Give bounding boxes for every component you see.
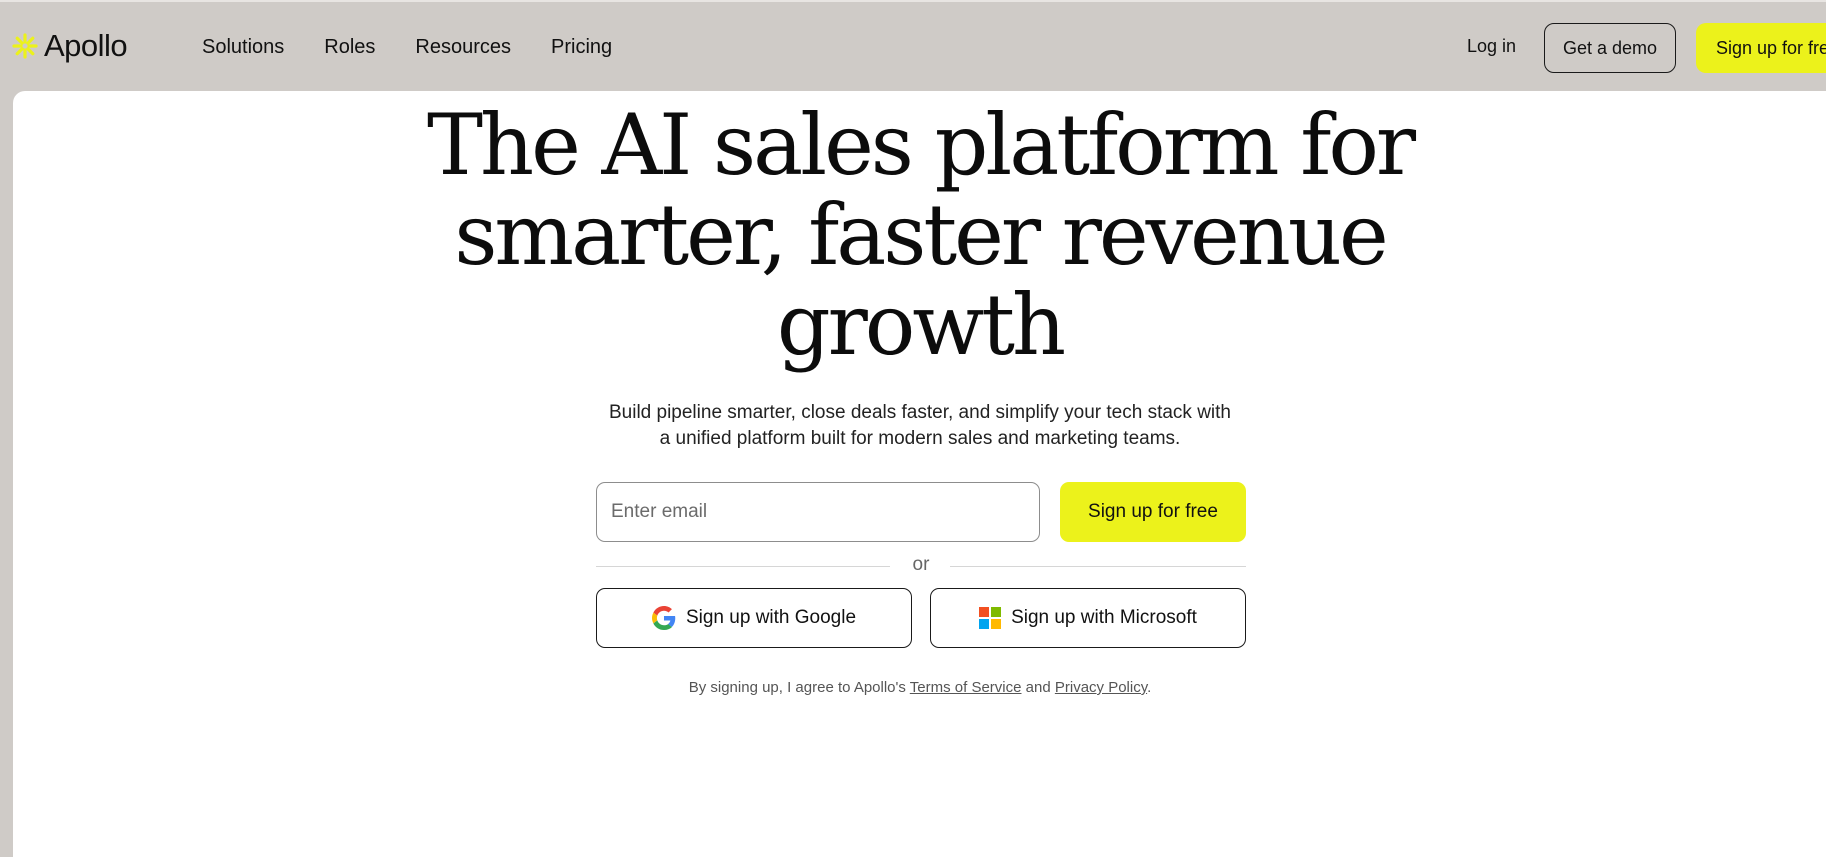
microsoft-signup-button[interactable]: Sign up with Microsoft xyxy=(930,588,1246,648)
nav-item-solutions[interactable]: Solutions xyxy=(202,36,284,59)
hero-subtitle-line: Build pipeline smarter, close deals fast… xyxy=(608,402,1231,423)
signup-submit-button[interactable]: Sign up for free xyxy=(1060,482,1246,542)
hero-title-line: smarter, faster revenue xyxy=(454,186,1388,284)
microsoft-logo-icon xyxy=(979,607,1002,629)
email-input[interactable] xyxy=(596,482,1040,542)
hero-title-line: growth xyxy=(776,276,1066,374)
legal-suffix: . xyxy=(1147,679,1152,696)
hero-title: The AI sales platform for smarter, faste… xyxy=(0,100,1826,370)
main-nav: Solutions Roles Resources Pricing xyxy=(202,36,612,59)
apollo-logo[interactable]: Apollo xyxy=(12,28,128,64)
signup-header-button[interactable]: Sign up for free xyxy=(1696,23,1826,73)
top-navigation-bar: Apollo Solutions Roles Resources Pricing… xyxy=(0,0,1826,90)
google-signup-button[interactable]: Sign up with Google xyxy=(596,588,912,648)
legal-notice: By signing up, I agree to Apollo's Terms… xyxy=(0,679,1826,696)
nav-item-pricing[interactable]: Pricing xyxy=(551,36,612,59)
hero-subtitle-line: a unified platform built for modern sale… xyxy=(659,428,1181,449)
or-divider: or xyxy=(596,554,1246,578)
microsoft-signup-label: Sign up with Microsoft xyxy=(1011,607,1197,628)
legal-middle: and xyxy=(1021,679,1055,696)
privacy-policy-link[interactable]: Privacy Policy xyxy=(1055,679,1147,696)
terms-of-service-link[interactable]: Terms of Service xyxy=(910,679,1022,696)
nav-item-roles[interactable]: Roles xyxy=(324,36,375,59)
divider-line xyxy=(950,566,1246,567)
hero-subtitle: Build pipeline smarter, close deals fast… xyxy=(0,400,1826,452)
get-demo-button[interactable]: Get a demo xyxy=(1544,23,1676,73)
hero-title-line: The AI sales platform for xyxy=(426,96,1416,194)
nav-item-resources[interactable]: Resources xyxy=(415,36,511,59)
login-link[interactable]: Log in xyxy=(1467,36,1516,57)
google-signup-label: Sign up with Google xyxy=(685,607,857,628)
or-text: or xyxy=(912,554,930,575)
legal-prefix: By signing up, I agree to Apollo's xyxy=(688,679,910,696)
asterisk-sun-icon xyxy=(12,33,38,59)
brand-name: Apollo xyxy=(44,28,128,63)
google-logo-icon xyxy=(651,606,676,630)
